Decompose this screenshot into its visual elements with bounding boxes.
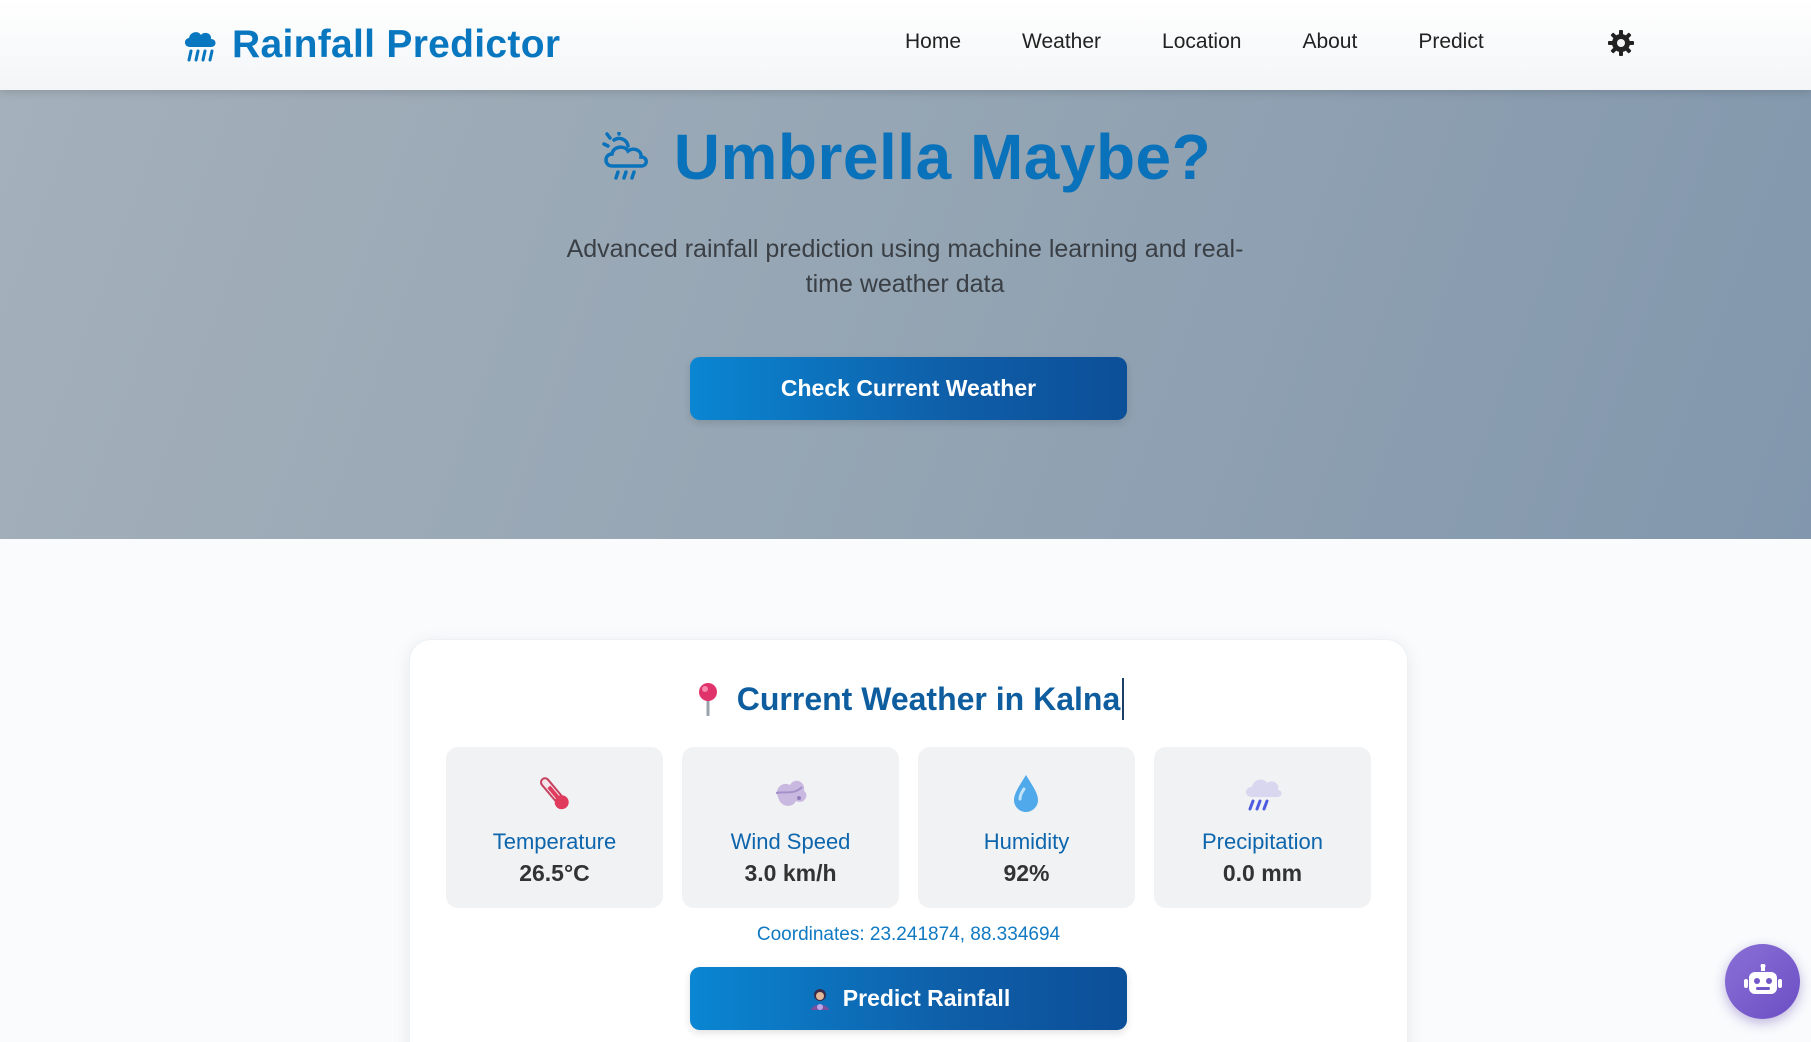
cloud-rain-sun-icon (602, 132, 648, 180)
fortune-teller-icon (810, 988, 829, 1010)
hero-heading: Umbrella Maybe? (0, 120, 1811, 194)
hero-title: Umbrella Maybe? (673, 121, 1212, 193)
stat-label: Temperature (492, 829, 617, 854)
rain-cloud-icon (1246, 779, 1282, 811)
brand-title: Rainfall Predictor (232, 23, 561, 66)
nav-predict[interactable]: Predict (1418, 30, 1483, 54)
stat-precipitation: Precipitation 0.0 mm (1154, 747, 1371, 908)
navbar: Rainfall Predictor Home Weather Location… (0, 0, 1811, 90)
map-pin-icon (698, 683, 717, 716)
droplet-icon (1014, 775, 1038, 812)
weather-card-header: Current Weather in Kalna (410, 678, 1407, 720)
weather-card: Current Weather in Kalna Temperature 26.… (409, 639, 1408, 1042)
brand-logo[interactable]: Rainfall Predictor (180, 22, 560, 68)
weather-stats: Temperature 26.5°C Wind Speed 3.0 km/h H… (446, 747, 1371, 908)
stat-value: 92% (1003, 860, 1050, 886)
robot-icon (1743, 963, 1782, 994)
wind-icon (775, 780, 807, 806)
nav-about[interactable]: About (1302, 30, 1357, 54)
hero-subtitle: Advanced rainfall prediction using machi… (566, 235, 1244, 298)
nav-menu: Home Weather Location About Predict (905, 26, 1484, 58)
chatbot-button[interactable] (1725, 944, 1800, 1019)
nav-location[interactable]: Location (1162, 30, 1241, 54)
stat-wind-speed: Wind Speed 3.0 km/h (682, 747, 899, 908)
nav-home[interactable]: Home (905, 30, 961, 54)
gear-icon[interactable] (1606, 28, 1636, 58)
check-weather-button[interactable]: Check Current Weather (690, 357, 1127, 420)
stat-humidity: Humidity 92% (918, 747, 1135, 908)
hero-section: Umbrella Maybe? Advanced rainfall predic… (0, 90, 1811, 539)
stat-value: 3.0 km/h (744, 860, 837, 886)
stat-value: 0.0 mm (1222, 860, 1303, 886)
stat-label: Wind Speed (730, 829, 851, 854)
stat-value: 26.5°C (519, 860, 590, 886)
nav-weather[interactable]: Weather (1022, 30, 1101, 54)
predict-rainfall-button[interactable]: Predict Rainfall (690, 967, 1127, 1030)
stat-label: Humidity (983, 829, 1070, 854)
weather-card-title: Current Weather in Kalna (737, 678, 1125, 720)
cloud-rain-icon (184, 32, 216, 62)
stat-label: Precipitation (1201, 829, 1324, 854)
stat-temperature: Temperature 26.5°C (446, 747, 663, 908)
thermometer-icon (540, 777, 569, 810)
coordinates-text: Coordinates: 23.241874, 88.334694 (756, 924, 1061, 945)
predict-rainfall-label: Predict Rainfall (842, 985, 1011, 1011)
